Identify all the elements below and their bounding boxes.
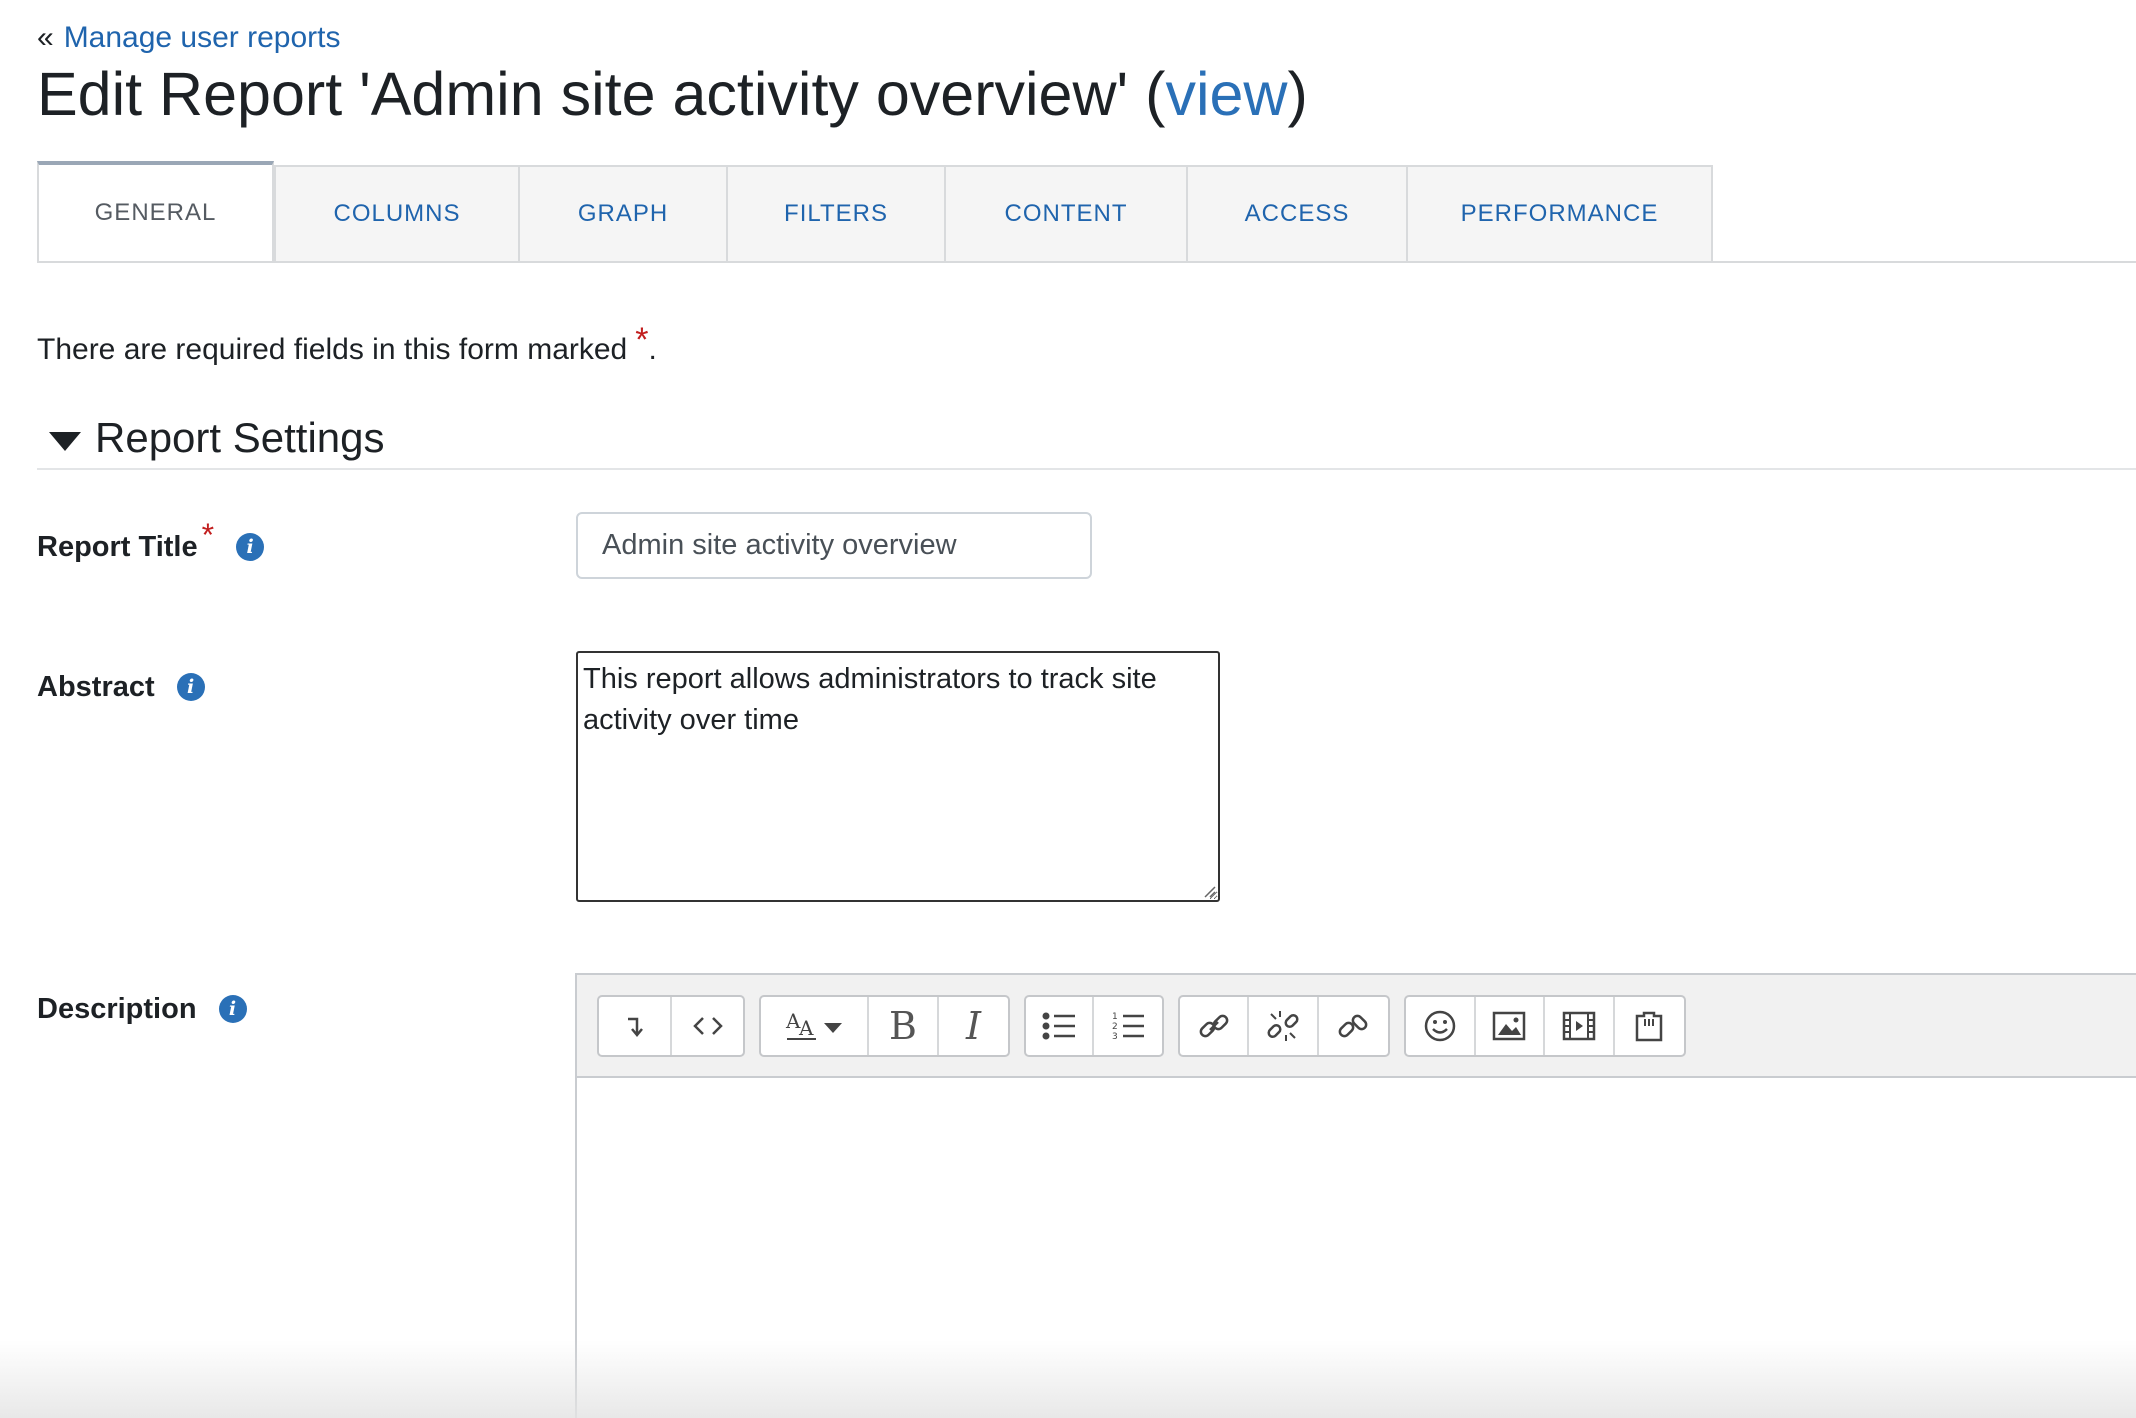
info-icon[interactable]: i xyxy=(218,995,247,1023)
report-title-label-text: Report Title xyxy=(37,530,198,563)
info-icon[interactable]: i xyxy=(236,533,265,561)
abstract-label-text: Abstract xyxy=(37,670,155,703)
report-title-input[interactable]: Admin site activity overview xyxy=(576,512,1092,579)
required-fields-note: There are required fields in this form m… xyxy=(37,321,657,370)
toolbar-group-lists: 1 2 3 xyxy=(1024,995,1164,1057)
text-style-button[interactable]: A A xyxy=(761,997,869,1055)
required-marker-icon: * xyxy=(201,516,215,553)
page-title-text: Edit Report 'Admin site activity overvie… xyxy=(37,60,1166,128)
back-arrow-icon: « xyxy=(37,21,54,54)
ordered-list-button[interactable]: 1 2 3 xyxy=(1094,997,1162,1055)
manage-links-icon xyxy=(1338,1014,1368,1038)
tab-content[interactable]: CONTENT xyxy=(944,165,1188,261)
unordered-list-button[interactable] xyxy=(1026,997,1095,1055)
report-settings-toggle[interactable]: Report Settings xyxy=(37,410,385,466)
svg-text:1: 1 xyxy=(1112,1012,1118,1022)
tab-access[interactable]: ACCESS xyxy=(1186,165,1408,261)
manage-user-reports-link[interactable]: Manage user reports xyxy=(64,21,341,54)
media-icon xyxy=(1562,1011,1595,1041)
page-title: Edit Report 'Admin site activity overvie… xyxy=(37,52,1308,136)
required-note-text: There are required fields in this form m… xyxy=(37,333,628,366)
description-editor: A A B I 1 2 3 xyxy=(575,973,2136,1418)
ordered-list-icon: 1 2 3 xyxy=(1112,1012,1145,1042)
resize-grip-icon[interactable] xyxy=(1202,884,1216,898)
tab-graph[interactable]: GRAPH xyxy=(518,165,728,261)
media-button[interactable] xyxy=(1545,997,1615,1055)
editor-toolbar: A A B I 1 2 3 xyxy=(577,975,2136,1078)
html-source-icon xyxy=(692,1017,723,1035)
recording-button[interactable] xyxy=(1615,997,1684,1055)
collapse-toolbar-icon xyxy=(627,1017,643,1037)
report-title-label: Report Title * i xyxy=(37,517,265,570)
link-button[interactable] xyxy=(1180,997,1250,1055)
collapse-toolbar-button[interactable] xyxy=(599,997,672,1055)
tab-performance[interactable]: PERFORMANCE xyxy=(1406,165,1713,261)
svg-text:2: 2 xyxy=(1112,1022,1118,1032)
image-button[interactable] xyxy=(1476,997,1545,1055)
link-icon xyxy=(1199,1014,1229,1038)
recording-icon xyxy=(1635,1011,1663,1042)
section-title: Report Settings xyxy=(95,414,385,461)
html-source-button[interactable] xyxy=(672,997,743,1055)
toolbar-group-view xyxy=(597,995,745,1057)
caret-down-icon xyxy=(49,431,81,451)
emoji-icon xyxy=(1424,1010,1455,1042)
image-icon xyxy=(1493,1011,1526,1041)
required-note-end: . xyxy=(648,333,657,366)
section-divider xyxy=(37,468,2136,470)
required-marker-icon: * xyxy=(635,321,649,359)
svg-text:3: 3 xyxy=(1112,1032,1118,1042)
info-icon[interactable]: i xyxy=(176,673,205,701)
abstract-textarea[interactable]: This report allows administrators to tra… xyxy=(576,651,1220,902)
tab-filters[interactable]: FILTERS xyxy=(726,165,946,261)
page-title-suffix: ) xyxy=(1287,60,1308,128)
description-content-area[interactable] xyxy=(577,1078,2136,1418)
abstract-label: Abstract i xyxy=(37,664,205,710)
view-report-link[interactable]: view xyxy=(1165,60,1287,128)
text-style-icon: A A xyxy=(785,1009,842,1040)
toolbar-group-insert xyxy=(1404,995,1686,1057)
italic-button[interactable]: I xyxy=(939,997,1008,1055)
toolbar-group-style: A A B I xyxy=(759,995,1010,1057)
unlink-icon xyxy=(1267,1011,1299,1041)
tab-columns[interactable]: COLUMNS xyxy=(274,165,520,261)
unordered-list-icon xyxy=(1042,1012,1076,1040)
manage-links-button[interactable] xyxy=(1319,997,1388,1055)
tab-baseline xyxy=(37,261,2136,263)
emoji-button[interactable] xyxy=(1406,997,1476,1055)
description-label-text: Description xyxy=(37,992,197,1025)
description-label: Description i xyxy=(37,986,247,1032)
svg-text:A: A xyxy=(798,1016,814,1040)
unlink-button[interactable] xyxy=(1249,997,1319,1055)
toolbar-group-links xyxy=(1178,995,1390,1057)
tab-general[interactable]: GENERAL xyxy=(37,161,274,261)
abstract-text: This report allows administrators to tra… xyxy=(583,663,1157,736)
bold-button[interactable]: B xyxy=(869,997,939,1055)
